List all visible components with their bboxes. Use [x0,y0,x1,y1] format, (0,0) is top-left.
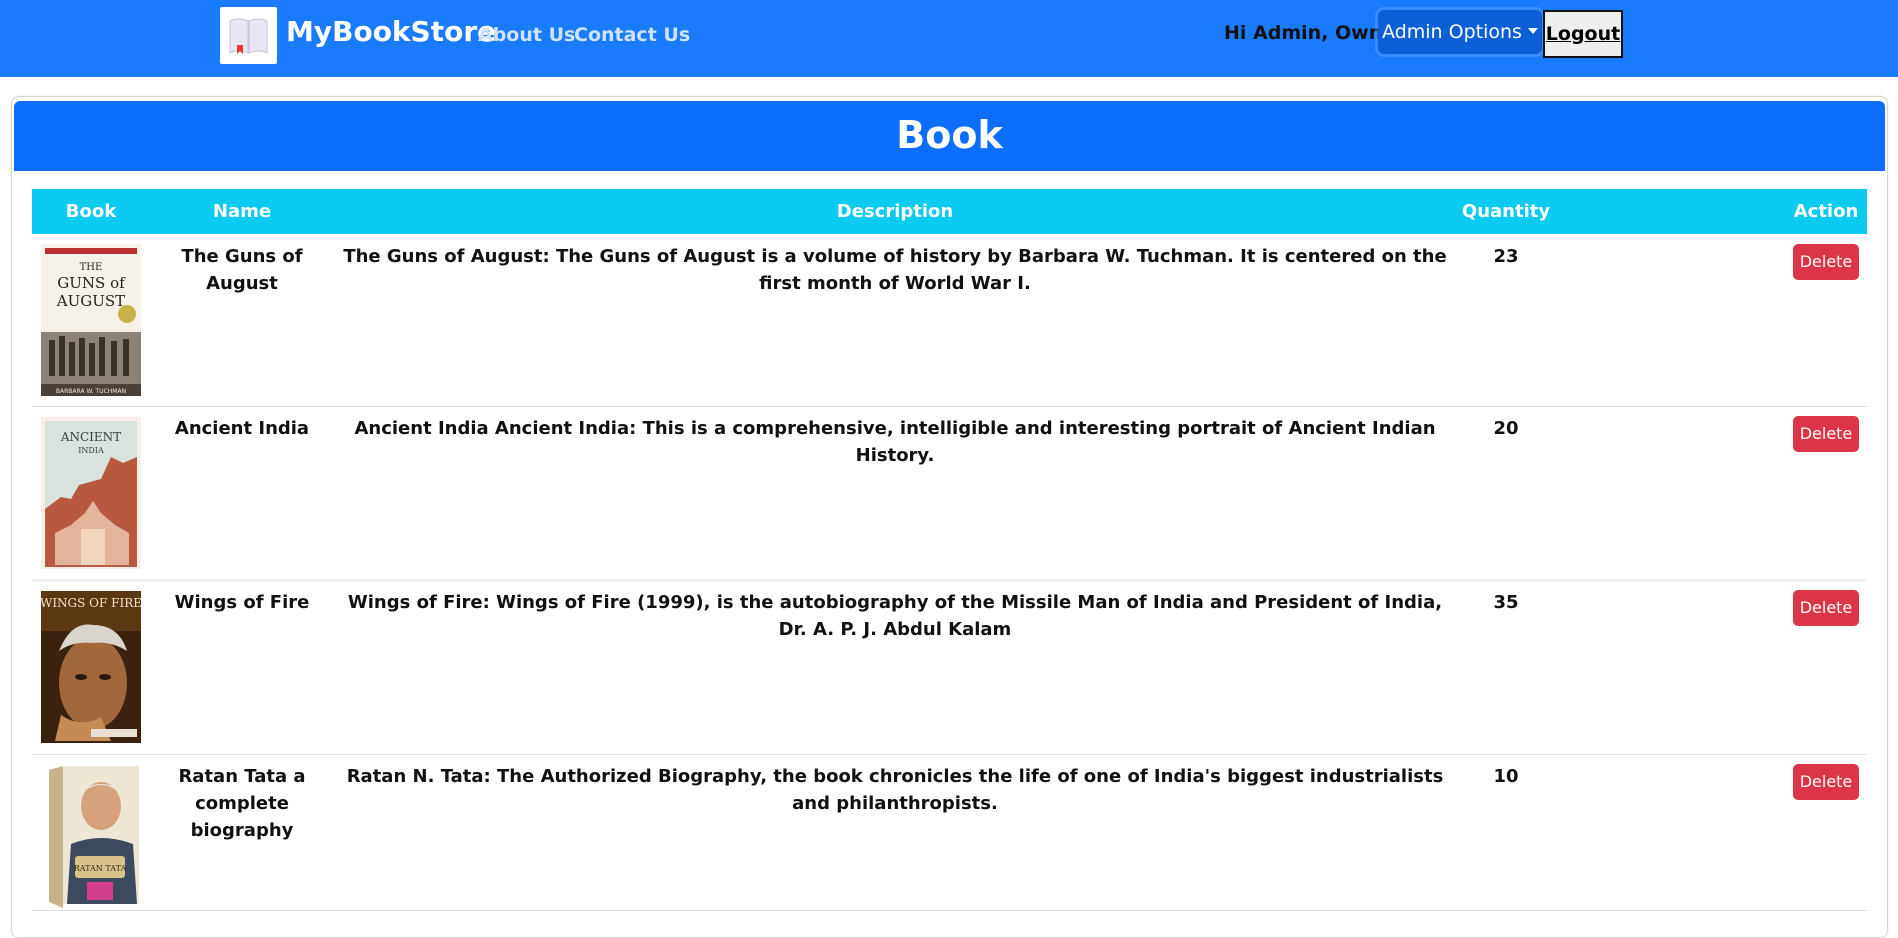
logout-button[interactable]: Logout [1543,10,1623,58]
nav-link-contact[interactable]: Contact Us [574,22,690,48]
admin-options-label: Admin Options [1382,21,1522,43]
cover-title-line3: AUGUST [56,292,125,310]
delete-button[interactable]: Delete [1793,590,1859,626]
book-quantity: 20 [1493,418,1519,439]
book-quantity: 23 [1493,246,1519,267]
delete-button[interactable]: Delete [1793,764,1859,800]
book-cover-image[interactable]: RATAN TATA [41,764,141,910]
nav-link-about[interactable]: About Us [478,22,575,48]
book-logo-icon[interactable] [220,7,277,64]
column-header-description: Description [836,201,954,222]
book-cover-image[interactable]: THE GUNS of AUGUST BARBARA W. TUCHMAN [41,244,141,396]
cover-author: BARBARA W. TUCHMAN [56,388,126,395]
book-description: The Guns of August: The Guns of August i… [343,246,1447,294]
table-row: THE GUNS of AUGUST BARBARA W. TUCHMAN Th… [32,234,1867,407]
cover-title-line2: INDIA [78,446,104,455]
card-header: Book [14,101,1885,171]
cover-title-line2: GUNS of [57,274,126,292]
book-description: Wings of Fire: Wings of Fire (1999), is … [347,592,1443,640]
column-header-name: Name [212,201,272,222]
column-header-action: Action [1793,201,1859,222]
delete-button[interactable]: Delete [1793,244,1859,280]
book-quantity: 10 [1493,766,1519,787]
cover-title-line1: ANCIENT [60,430,121,444]
column-header-book: Book [65,201,117,222]
book-name: The Guns of August [181,246,303,294]
page-title: Book [896,113,1003,157]
table-row: RATAN TATA Ratan Tata a complete biograp… [32,754,1867,911]
book-cover-image[interactable]: ANCIENT INDIA [41,417,141,569]
caret-down-icon [1527,28,1538,34]
book-description: Ratan N. Tata: The Authorized Biography,… [346,766,1444,814]
table-row: WINGS OF FIRE Wings of Fire Wings of Fir… [32,580,1867,755]
table-header: Book Name Description Quantity Action [32,189,1867,234]
admin-options-dropdown[interactable]: Admin Options [1378,10,1542,54]
book-name: Ancient India [174,418,310,439]
book-description: Ancient India Ancient India: This is a c… [354,418,1436,466]
book-name: Wings of Fire [174,592,310,613]
book-quantity: 35 [1493,592,1519,613]
table-row: ANCIENT INDIA Ancient India Ancient Indi… [32,406,1867,581]
cover-title-line1: RATAN TATA [74,864,127,873]
book-name: Ratan Tata a complete biography [178,766,306,841]
navbar: MyBookStore About Us Contact Us Hi Admin… [0,0,1898,77]
book-cover-image[interactable]: WINGS OF FIRE [41,591,141,743]
delete-button[interactable]: Delete [1793,416,1859,452]
column-header-quantity: Quantity [1461,201,1551,222]
cover-title-line1: WINGS OF FIRE [41,596,141,610]
cover-title-line1: THE [80,262,103,273]
brand-name[interactable]: MyBookStore [286,14,496,50]
